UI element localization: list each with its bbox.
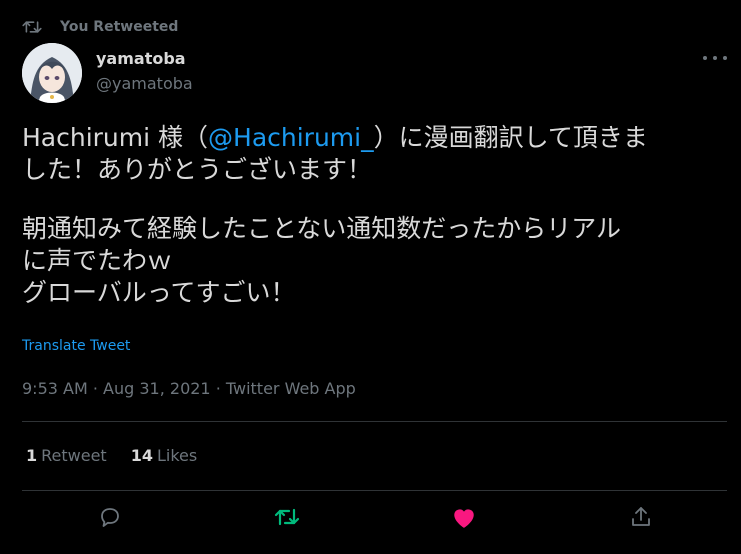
likes-stat-label: Likes	[156, 446, 198, 465]
retweet-icon	[274, 506, 300, 532]
retweet-context-label: You Retweeted	[60, 19, 179, 35]
retweet-stat[interactable]: 1 Retweet	[26, 446, 107, 465]
retweet-icon	[22, 18, 44, 36]
heart-icon	[451, 505, 477, 533]
tweet-metadata[interactable]: 9:53 AM · Aug 31, 2021 · Twitter Web App	[22, 379, 356, 398]
action-bar	[0, 505, 741, 533]
likes-count: 14	[130, 446, 153, 465]
avatar[interactable]	[22, 43, 82, 103]
reply-button[interactable]	[96, 505, 124, 533]
tweet-line-1-prefix: Hachirumi 様（	[22, 123, 209, 152]
author-handle[interactable]: @yamatoba	[96, 74, 193, 93]
reply-icon	[98, 505, 122, 533]
tweet-line-2: した！ありがとうございます！	[22, 155, 373, 184]
tweet-line-5: グローバルってすごい！	[22, 278, 296, 307]
retweet-stat-label: Retweet	[41, 446, 107, 465]
tweet-text: Hachirumi 様（@Hachirumi_）に漫画翻訳して頂きま した！あり…	[22, 122, 727, 309]
divider	[22, 490, 727, 491]
divider	[22, 421, 727, 422]
retweet-count: 1	[26, 446, 38, 465]
translate-tweet-link[interactable]: Translate Tweet	[22, 338, 130, 354]
tweet-line-3: 朝通知みて経験したことない通知数だったからリアル	[22, 214, 622, 243]
share-icon	[629, 505, 653, 533]
more-options-icon[interactable]	[703, 48, 727, 68]
retweet-context[interactable]: You Retweeted	[22, 16, 178, 38]
tweet-line-1-suffix: ）に漫画翻訳して頂きま	[373, 123, 648, 152]
like-button[interactable]	[450, 505, 478, 533]
likes-stat[interactable]: 14 Likes	[131, 446, 198, 465]
tweet-line-4: に声でたわｗ	[22, 246, 173, 275]
share-button[interactable]	[627, 505, 655, 533]
mention-link[interactable]: @Hachirumi_	[208, 123, 374, 152]
author-name[interactable]: yamatoba	[96, 49, 186, 68]
tweet-line-1: Hachirumi 様（@Hachirumi_）に漫画翻訳して頂きま	[22, 122, 727, 154]
retweet-button[interactable]	[273, 505, 301, 533]
tweet-stats: 1 Retweet 14 Likes	[26, 446, 197, 465]
